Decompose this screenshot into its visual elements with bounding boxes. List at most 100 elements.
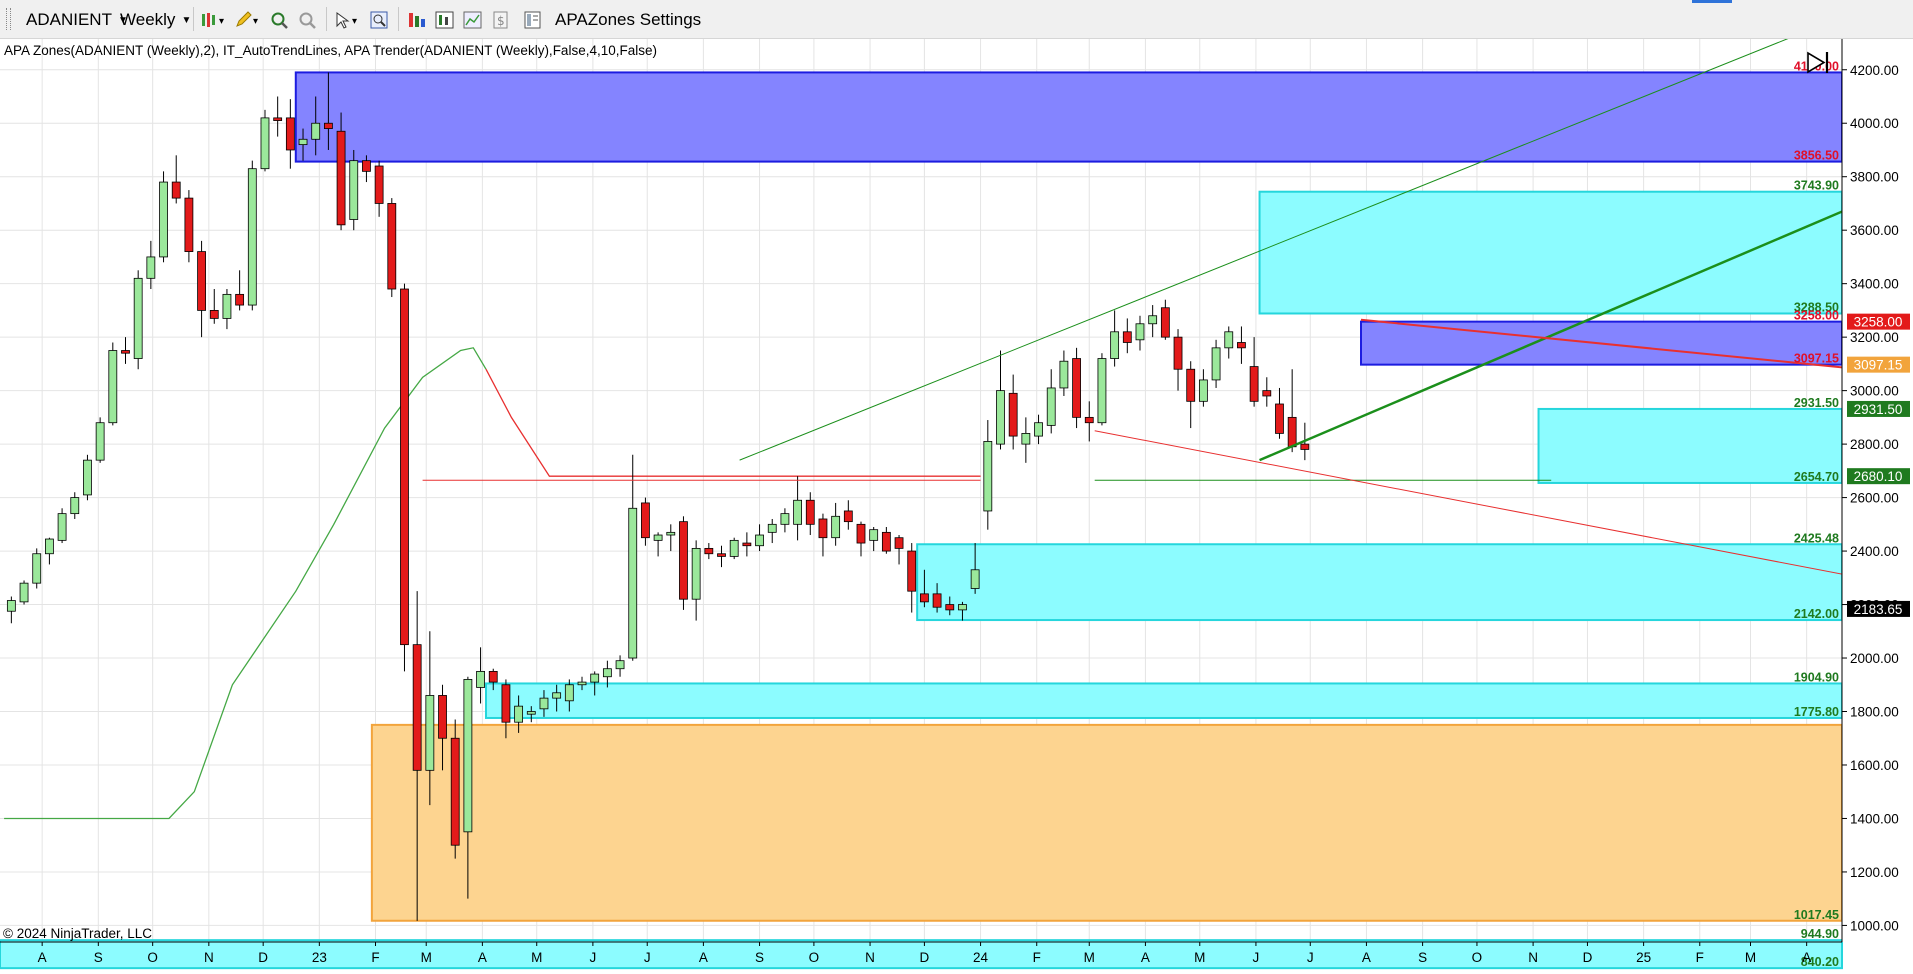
candle-body <box>235 293 245 306</box>
zone-price-label: 944.90 <box>1801 927 1839 941</box>
candle-body <box>590 673 600 683</box>
price-tick-label: 1600.00 <box>1850 758 1899 773</box>
up-candle <box>57 508 67 544</box>
zoom-out-button[interactable] <box>298 11 318 29</box>
up-candle <box>32 548 42 589</box>
time-tick-label: O <box>1472 950 1483 965</box>
copyright-notice: © 2024 NinjaTrader, LLC <box>3 926 153 941</box>
drawing-tools-button[interactable]: ▾ <box>234 11 262 29</box>
chart-style-button[interactable]: ▾ <box>200 11 228 29</box>
candle-body <box>133 277 143 359</box>
price-tick-label: 1200.00 <box>1850 865 1899 880</box>
candle-body <box>1034 422 1043 437</box>
interval-selector[interactable]: Weekly ▼ <box>120 10 191 31</box>
candle-body <box>374 165 384 204</box>
candle-body <box>843 510 853 523</box>
up-candle <box>247 160 257 311</box>
up-candle <box>133 270 143 370</box>
chevron-down-icon: ▼ <box>181 15 192 26</box>
candle-body <box>932 593 942 608</box>
price-chart[interactable]: 4190.003856.503743.903288.503258.003097.… <box>0 0 1913 974</box>
supply-zone <box>294 71 1844 163</box>
candle-body <box>1198 379 1208 402</box>
up-candle <box>349 149 359 231</box>
candle-body <box>336 130 346 226</box>
price-tick-label: 3000.00 <box>1850 384 1899 399</box>
demand-zone <box>916 543 1843 622</box>
down-candle <box>679 516 688 610</box>
candle-body <box>1160 307 1170 338</box>
toolbar-grip[interactable] <box>6 8 11 30</box>
up-candle <box>95 417 105 463</box>
settings-panel-icon <box>524 11 541 29</box>
time-tick-label: A <box>38 950 47 965</box>
candle-body <box>691 547 701 600</box>
candle-body <box>1173 336 1183 370</box>
orange-zone <box>370 723 1844 922</box>
candle-body <box>121 350 130 354</box>
price-badge-label: 3258.00 <box>1854 315 1903 330</box>
time-tick-label: J <box>1307 950 1314 965</box>
candle-body <box>463 679 473 833</box>
price-tick-label: 1000.00 <box>1850 918 1899 933</box>
apazones-settings-button[interactable]: APAZones Settings <box>555 10 701 30</box>
indicators-button[interactable] <box>407 11 427 29</box>
time-tick-label: A <box>1141 950 1150 965</box>
time-tick-label: N <box>1528 950 1538 965</box>
price-axis[interactable]: 1000.00 1200.00 1400.00 1600.00 1800.00 2000.… <box>1841 39 1913 942</box>
candle-body <box>1249 366 1259 402</box>
candle-body <box>159 181 168 258</box>
price-tick-label: 2800.00 <box>1850 437 1899 452</box>
candle-body <box>1186 368 1196 402</box>
chart-properties-button[interactable] <box>463 11 483 29</box>
down-candle <box>387 198 397 298</box>
down-candle <box>1072 347 1081 429</box>
candle-body <box>95 422 105 461</box>
candle-body <box>564 684 574 702</box>
data-box-button[interactable] <box>370 11 390 29</box>
time-tick-label: M <box>1194 950 1205 965</box>
time-tick-label: 25 <box>1636 950 1651 965</box>
candle-body <box>184 197 194 252</box>
instrument-selector[interactable]: ADANIENT ▼ <box>26 10 128 31</box>
candle-body <box>767 523 777 533</box>
strategies-button[interactable] <box>435 11 455 29</box>
zone-price-label: 2654.70 <box>1794 470 1839 484</box>
time-tick-label: A <box>478 950 487 965</box>
zone-price-label: 1904.90 <box>1794 670 1839 684</box>
candle-body <box>19 582 29 603</box>
candle-body <box>476 670 485 688</box>
pencil-icon <box>236 11 252 27</box>
apazones-settings-icon-button[interactable] <box>523 11 543 29</box>
candle-body <box>209 310 219 319</box>
candle-body <box>57 513 67 541</box>
candlestick-icon <box>202 13 215 27</box>
strategy-icon <box>435 11 454 29</box>
zoom-in-button[interactable] <box>270 11 290 29</box>
candle-body <box>717 553 726 557</box>
templates-button[interactable]: $ <box>491 11 511 29</box>
candle-body <box>920 593 929 603</box>
time-tick-label: F <box>1033 950 1041 965</box>
price-badge-label: 2680.10 <box>1854 469 1903 484</box>
time-tick-label: J <box>590 950 597 965</box>
candle-body <box>970 569 980 589</box>
up-candle <box>1097 353 1107 426</box>
demand-zone <box>485 682 1843 719</box>
time-tick-label: J <box>644 950 651 965</box>
svg-text:▾: ▾ <box>253 16 258 27</box>
candle-body <box>907 550 917 592</box>
interval-label: Weekly <box>120 10 176 29</box>
price-tick-label: 2000.00 <box>1850 651 1899 666</box>
demand-zone <box>1258 190 1844 315</box>
zone-price-label: 3856.50 <box>1794 149 1839 163</box>
candle-body <box>1122 331 1132 343</box>
zoom-out-icon <box>299 12 316 29</box>
scroll-to-end-button[interactable] <box>1803 48 1833 76</box>
up-candle <box>83 454 92 501</box>
candle-body <box>197 251 206 311</box>
candle-body <box>958 604 967 611</box>
candle-body <box>83 459 92 496</box>
pointer-button[interactable]: ▾ <box>334 11 362 29</box>
cursor-arrow-icon <box>336 12 350 29</box>
